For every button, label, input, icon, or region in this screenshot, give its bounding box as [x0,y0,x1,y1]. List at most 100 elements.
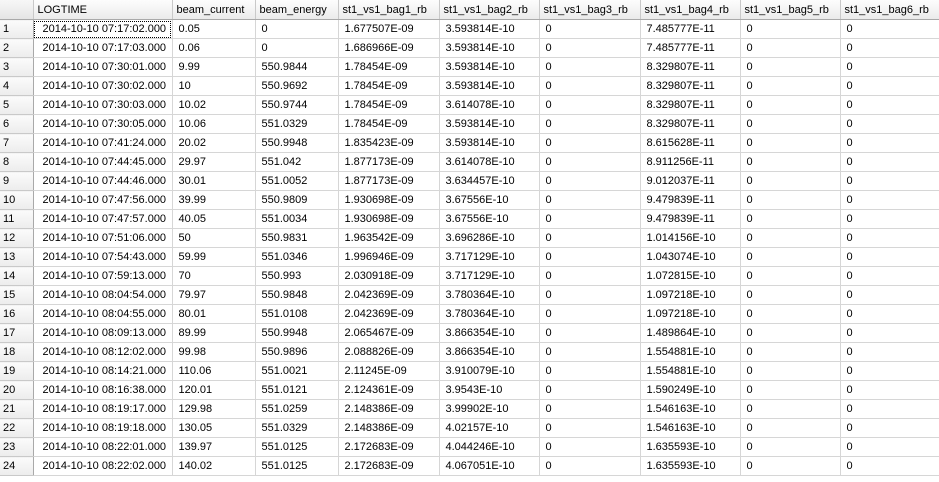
cell-bag6[interactable]: 0 [840,361,939,381]
cell-bag5[interactable]: 0 [740,342,841,362]
column-header-bag5[interactable]: st1_vs1_bag5_rb [740,0,841,20]
cell-bag3[interactable]: 0 [539,437,641,457]
table-row[interactable]: 7 2014-10-10 07:41:24.000 20.02 550.9948 1.8… [0,133,939,153]
cell-bag2[interactable]: 3.67556E-10 [439,190,540,210]
cell-bag5[interactable]: 0 [740,247,841,267]
cell-bag6[interactable]: 0 [840,209,939,229]
cell-bag3[interactable]: 0 [539,114,641,134]
column-header-bag2[interactable]: st1_vs1_bag2_rb [439,0,540,20]
column-header-beam-energy[interactable]: beam_energy [255,0,339,20]
cell-bag1[interactable]: 1.78454E-09 [338,114,440,134]
cell-bag2[interactable]: 4.067051E-10 [439,456,540,476]
row-number[interactable]: 12 [0,228,34,248]
results-grid[interactable]: LOGTIME beam_current beam_energy st1_vs1… [0,0,939,482]
cell-beam-energy[interactable]: 550.9848 [255,285,339,305]
cell-logtime[interactable]: 2014-10-10 08:04:54.000 [33,285,173,305]
cell-bag2[interactable]: 3.634457E-10 [439,171,540,191]
cell-bag4[interactable]: 1.043074E-10 [640,247,741,267]
cell-bag6[interactable]: 0 [840,171,939,191]
cell-beam-energy[interactable]: 551.042 [255,152,339,172]
cell-logtime[interactable]: 2014-10-10 08:22:02.000 [33,456,173,476]
cell-bag4[interactable]: 1.635593E-10 [640,456,741,476]
cell-bag1[interactable]: 2.172683E-09 [338,456,440,476]
cell-bag1[interactable]: 1.835423E-09 [338,133,440,153]
cell-logtime[interactable]: 2014-10-10 07:30:01.000 [33,57,173,77]
column-header-logtime[interactable]: LOGTIME [33,0,173,20]
cell-bag5[interactable]: 0 [740,380,841,400]
cell-beam-energy[interactable]: 551.0121 [255,380,339,400]
row-number[interactable]: 11 [0,209,34,229]
column-header-bag6[interactable]: st1_vs1_bag6_rb [840,0,939,20]
row-number[interactable]: 10 [0,190,34,210]
column-header-bag3[interactable]: st1_vs1_bag3_rb [539,0,641,20]
cell-beam-current[interactable]: 39.99 [172,190,256,210]
cell-logtime[interactable]: 2014-10-10 07:17:02.000 [33,19,173,39]
cell-bag2[interactable]: 3.593814E-10 [439,57,540,77]
cell-bag1[interactable]: 2.124361E-09 [338,380,440,400]
table-row[interactable]: 19 2014-10-10 08:14:21.000 110.06 551.0021 2… [0,361,939,381]
cell-beam-current[interactable]: 110.06 [172,361,256,381]
cell-beam-energy[interactable]: 550.9896 [255,342,339,362]
cell-bag1[interactable]: 1.877173E-09 [338,152,440,172]
cell-bag3[interactable]: 0 [539,38,641,58]
cell-beam-current[interactable]: 59.99 [172,247,256,267]
cell-bag5[interactable]: 0 [740,209,841,229]
cell-logtime[interactable]: 2014-10-10 07:30:05.000 [33,114,173,134]
cell-logtime[interactable]: 2014-10-10 08:19:17.000 [33,399,173,419]
cell-beam-energy[interactable]: 551.0329 [255,114,339,134]
cell-bag2[interactable]: 3.866354E-10 [439,342,540,362]
cell-bag4[interactable]: 7.485777E-11 [640,19,741,39]
cell-beam-current[interactable]: 140.02 [172,456,256,476]
cell-beam-current[interactable]: 30.01 [172,171,256,191]
cell-bag1[interactable]: 1.677507E-09 [338,19,440,39]
cell-bag2[interactable]: 3.593814E-10 [439,38,540,58]
cell-logtime[interactable]: 2014-10-10 08:09:13.000 [33,323,173,343]
table-row[interactable]: 13 2014-10-10 07:54:43.000 59.99 551.0346 1.… [0,247,939,267]
cell-logtime[interactable]: 2014-10-10 08:19:18.000 [33,418,173,438]
cell-bag1[interactable]: 1.996946E-09 [338,247,440,267]
cell-logtime[interactable]: 2014-10-10 07:44:46.000 [33,171,173,191]
cell-bag1[interactable]: 1.930698E-09 [338,190,440,210]
cell-bag3[interactable]: 0 [539,76,641,96]
cell-beam-current[interactable]: 80.01 [172,304,256,324]
table-row[interactable]: 24 2014-10-10 08:22:02.000 140.02 551.0125 2… [0,456,939,476]
row-number[interactable]: 9 [0,171,34,191]
cell-bag6[interactable]: 0 [840,228,939,248]
cell-bag5[interactable]: 0 [740,304,841,324]
cell-bag1[interactable]: 1.877173E-09 [338,171,440,191]
cell-bag3[interactable]: 0 [539,209,641,229]
row-number[interactable]: 16 [0,304,34,324]
cell-bag4[interactable]: 8.615628E-11 [640,133,741,153]
table-row[interactable]: 5 2014-10-10 07:30:03.000 10.02 550.9744 1.7… [0,95,939,115]
cell-bag1[interactable]: 2.042369E-09 [338,285,440,305]
cell-bag5[interactable]: 0 [740,228,841,248]
cell-bag4[interactable]: 1.546163E-10 [640,399,741,419]
cell-beam-current[interactable]: 79.97 [172,285,256,305]
table-row[interactable]: 2 2014-10-10 07:17:03.000 0.06 0 1.686966E-0… [0,38,939,58]
cell-logtime[interactable]: 2014-10-10 07:30:03.000 [33,95,173,115]
cell-bag1[interactable]: 2.11245E-09 [338,361,440,381]
cell-beam-energy[interactable]: 551.0346 [255,247,339,267]
cell-beam-energy[interactable]: 551.0052 [255,171,339,191]
cell-bag3[interactable]: 0 [539,19,641,39]
cell-bag6[interactable]: 0 [840,342,939,362]
row-number[interactable]: 6 [0,114,34,134]
cell-bag2[interactable]: 3.717129E-10 [439,247,540,267]
cell-bag4[interactable]: 8.329807E-11 [640,114,741,134]
cell-bag2[interactable]: 3.717129E-10 [439,266,540,286]
cell-bag1[interactable]: 2.030918E-09 [338,266,440,286]
table-row[interactable]: 20 2014-10-10 08:16:38.000 120.01 551.0121 2… [0,380,939,400]
cell-bag4[interactable]: 1.014156E-10 [640,228,741,248]
cell-bag6[interactable]: 0 [840,19,939,39]
cell-bag3[interactable]: 0 [539,285,641,305]
cell-beam-energy[interactable]: 550.9744 [255,95,339,115]
cell-beam-current[interactable]: 10.02 [172,95,256,115]
cell-bag4[interactable]: 8.329807E-11 [640,95,741,115]
column-header-bag1[interactable]: st1_vs1_bag1_rb [338,0,440,20]
cell-bag4[interactable]: 8.329807E-11 [640,76,741,96]
cell-bag5[interactable]: 0 [740,152,841,172]
row-number[interactable]: 24 [0,456,34,476]
cell-bag4[interactable]: 1.554881E-10 [640,342,741,362]
table-row[interactable]: 21 2014-10-10 08:19:17.000 129.98 551.0259 2… [0,399,939,419]
cell-beam-current[interactable]: 50 [172,228,256,248]
